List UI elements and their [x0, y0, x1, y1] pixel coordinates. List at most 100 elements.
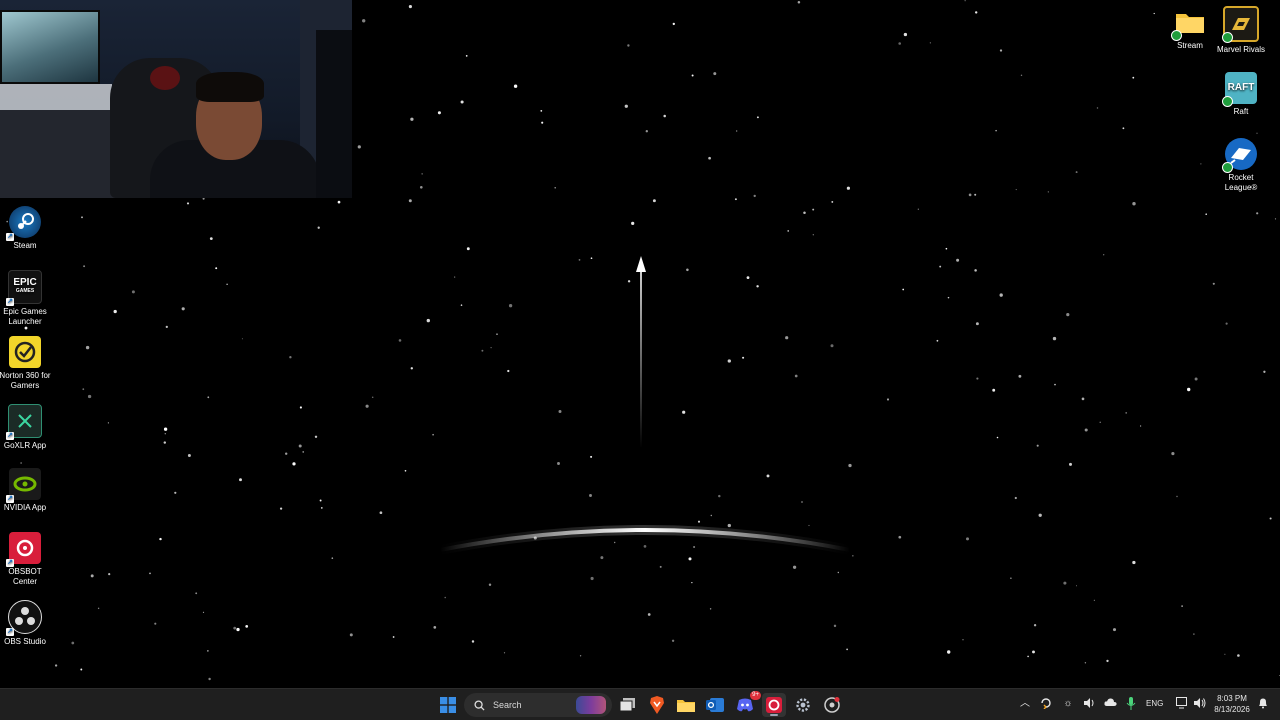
desktop-icon-obs-studio[interactable]: ↗ OBS Studio [0, 600, 53, 647]
outlook-icon[interactable] [703, 693, 727, 717]
star [999, 293, 1003, 297]
desktop-icon-rocket-league[interactable]: Rocket League® [1213, 138, 1269, 193]
star [488, 583, 492, 587]
norton-icon [9, 336, 41, 368]
shortcut-arrow-icon: ↗ [6, 559, 14, 567]
desktop-icon-label: Raft [1233, 107, 1249, 116]
audio-device-icon[interactable] [1082, 697, 1096, 711]
desktop-icon-steam[interactable]: ↗ Steam [0, 206, 53, 251]
star [1063, 581, 1067, 585]
notification-bell-icon[interactable] [1256, 697, 1270, 711]
desktop-icon-stream-folder[interactable]: Stream [1162, 6, 1218, 51]
settings-icon[interactable] [791, 693, 815, 717]
star [999, 49, 1003, 52]
desktop-icon-epic-games[interactable]: EPIC GAMES ↗ Epic Games Launcher [0, 270, 53, 327]
star [1103, 254, 1105, 256]
rocket-graphic [636, 256, 646, 448]
star [398, 339, 402, 342]
star [410, 117, 414, 121]
star [966, 537, 969, 541]
star [408, 199, 412, 203]
network-icon[interactable] [1175, 697, 1189, 711]
goxlr-icon: ↗ [6, 404, 42, 440]
star [898, 535, 902, 539]
star [663, 114, 666, 118]
star [1015, 189, 1017, 191]
clock-date: 8/13/2026 [1214, 705, 1250, 714]
star [1112, 628, 1117, 632]
star [652, 199, 656, 203]
desktop-icon-obsbot[interactable]: ↗ OBSBOT Center [0, 532, 53, 587]
star [1054, 383, 1056, 386]
star [742, 356, 745, 359]
star [320, 507, 323, 509]
star [956, 258, 960, 262]
star [90, 574, 94, 578]
clock-time: 8:03 PM [1217, 694, 1247, 703]
star [149, 572, 151, 575]
shortcut-arrow-icon: ↗ [6, 298, 14, 306]
star [392, 636, 395, 638]
star [1099, 421, 1101, 423]
star [589, 494, 592, 497]
taskbar-search-box[interactable]: Search [464, 693, 612, 717]
star [362, 19, 366, 23]
star [1187, 387, 1191, 392]
desktop-icon-norton[interactable]: Norton 360 for Gamers [0, 336, 53, 391]
microphone-icon[interactable] [1124, 697, 1138, 711]
star [20, 462, 22, 464]
star [471, 640, 475, 643]
star [947, 650, 951, 654]
star [236, 627, 240, 632]
star [208, 677, 211, 681]
update-icon[interactable] [1039, 697, 1053, 711]
star [1075, 171, 1078, 174]
star [756, 285, 759, 288]
desktop-icon-marvel-rivals[interactable]: Marvel Rivals [1213, 6, 1269, 55]
star [1084, 428, 1088, 432]
chrome-like-icon[interactable] [820, 693, 844, 717]
discord-notification-badge: 9+ [750, 691, 761, 700]
taskbar: Search 9+ ︿ ☼ ENG 8:03 PM 8/13/2026 [0, 688, 1280, 720]
system-clock[interactable]: 8:03 PM 8/13/2026 [1210, 693, 1254, 715]
star [82, 388, 85, 391]
star [1081, 397, 1085, 401]
desktop-icon-label: Marvel Rivals [1216, 45, 1265, 54]
desktop-icon-goxlr[interactable]: ↗ GoXLR App [0, 404, 53, 451]
webcam-overlay [0, 0, 352, 198]
star [766, 474, 770, 478]
star [54, 664, 58, 667]
star [87, 394, 92, 399]
star [848, 463, 852, 468]
task-view-icon[interactable] [616, 693, 640, 717]
onedrive-icon[interactable] [1103, 697, 1117, 711]
star [215, 267, 218, 270]
star [996, 436, 999, 439]
windows-start-icon[interactable] [436, 693, 460, 717]
star [292, 462, 296, 466]
star [460, 304, 463, 306]
star [631, 221, 635, 226]
desktop-icon-nvidia[interactable]: ↗ NVIDIA App [0, 468, 53, 513]
chevron-up-icon[interactable]: ︿ [1018, 697, 1032, 711]
star [1010, 577, 1012, 579]
star [727, 359, 731, 363]
star [426, 318, 430, 323]
star [974, 11, 978, 14]
brightness-icon[interactable]: ☼ [1061, 697, 1075, 711]
obsbot-taskbar-icon[interactable] [762, 693, 786, 717]
brave-browser-icon[interactable] [645, 693, 669, 717]
star [785, 336, 789, 340]
volume-icon[interactable] [1192, 697, 1206, 711]
star [365, 404, 369, 408]
language-indicator[interactable]: ENG [1146, 699, 1163, 708]
desktop-icon-label: NVIDIA App [3, 503, 47, 512]
discord-icon[interactable]: 9+ [733, 691, 761, 717]
star [541, 121, 544, 124]
star [1269, 517, 1272, 520]
desktop-icon-raft[interactable]: RAFT Raft [1213, 72, 1269, 117]
file-explorer-icon[interactable] [674, 693, 698, 717]
star [1033, 624, 1037, 627]
star [590, 455, 593, 458]
star [590, 257, 593, 260]
